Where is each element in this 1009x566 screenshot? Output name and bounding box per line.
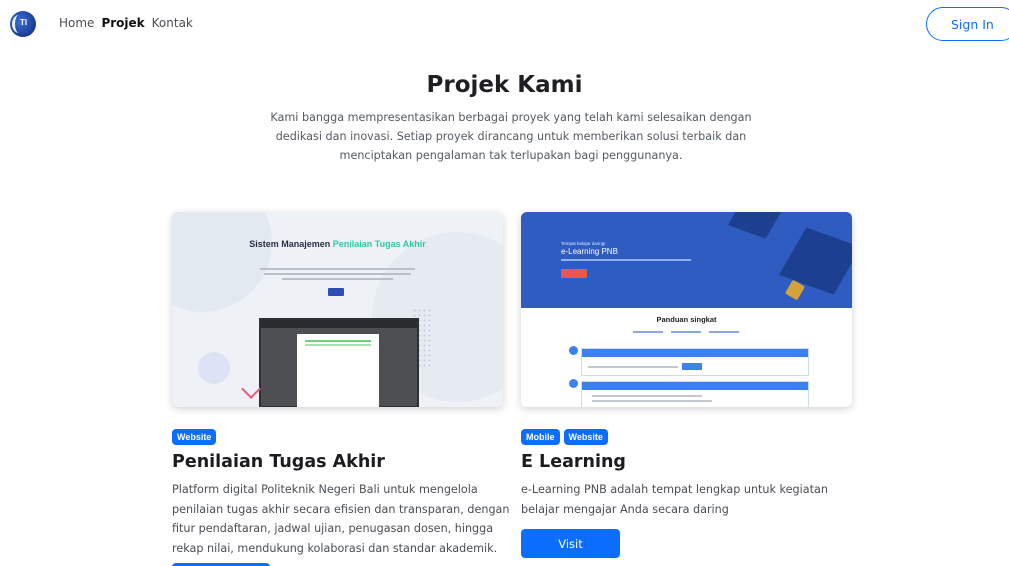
doc-line <box>305 344 371 346</box>
step-dot <box>569 346 578 355</box>
page-description: Kami bangga mempresentasikan berbagai pr… <box>270 111 752 162</box>
doc-line <box>305 340 371 342</box>
project-badges: Website <box>172 429 217 445</box>
project-thumbnail-penilaian[interactable]: Sistem Manajemen Penilaian Tugas Akhir <box>172 212 503 407</box>
nav-link-projek[interactable]: Projek <box>101 16 144 30</box>
thumbnail-button <box>328 288 344 296</box>
step-text-line <box>592 395 702 397</box>
banner-button <box>561 269 587 278</box>
thumbnail-heading-text: Sistem Manajemen <box>249 239 331 249</box>
nav-link-kontak[interactable]: Kontak <box>152 16 193 30</box>
banner-large-label: e-Learning PNB <box>561 247 618 256</box>
project-thumbnail-elearning[interactable]: Tempat belajar daring! e-Learning PNB Pa… <box>521 212 852 407</box>
step-text-line <box>592 400 712 402</box>
step-text-line <box>588 366 678 368</box>
graduation-cap-icon <box>728 212 784 239</box>
visit-button[interactable]: Visit <box>521 529 620 558</box>
badge-website: Website <box>563 429 608 445</box>
logo-icon[interactable]: TI <box>10 11 36 37</box>
banner-small-label: Tempat belajar daring! <box>561 241 606 246</box>
badge-mobile: Mobile <box>521 429 560 445</box>
decor-zigzag <box>241 379 261 399</box>
project-description: e-Learning PNB adalah tempat lengkap unt… <box>521 483 828 516</box>
text-line <box>260 268 415 270</box>
text-line <box>282 278 393 280</box>
sign-in-button[interactable]: Sign In <box>926 7 1009 41</box>
thumbnail-banner: Tempat belajar daring! e-Learning PNB <box>521 212 852 308</box>
page-title: Projek Kami <box>426 72 583 98</box>
project-badges: Mobile Website <box>521 429 608 445</box>
step-card <box>581 348 809 376</box>
screen-toolbar <box>261 320 417 328</box>
thumbnail-tabs <box>633 331 743 333</box>
project-description: Platform digital Politeknik Negeri Bali … <box>172 483 510 555</box>
navbar: TI Home Projek Kontak Sign In <box>0 0 1009 50</box>
thumbnail-section-title: Panduan singkat <box>656 315 717 324</box>
logo-text: TI <box>20 18 28 27</box>
nav-links: Home Projek Kontak <box>59 16 193 30</box>
step-dot <box>569 379 578 388</box>
step-card-header <box>582 349 808 357</box>
text-line <box>264 273 411 275</box>
document-preview <box>297 334 379 407</box>
step-card-header <box>582 382 808 390</box>
banner-subtext <box>561 259 691 261</box>
laptop-screen <box>259 318 419 407</box>
decor-circle <box>198 352 230 384</box>
thumbnail-heading-highlight: Penilaian Tugas Akhir <box>332 239 426 249</box>
project-title: Penilaian Tugas Akhir <box>172 452 385 472</box>
project-title: E Learning <box>521 452 626 472</box>
nav-link-home[interactable]: Home <box>59 16 94 30</box>
badge-website: Website <box>172 429 217 445</box>
thumbnail-heading: Sistem Manajemen Penilaian Tugas Akhir <box>172 238 503 250</box>
decor-circle <box>172 212 272 312</box>
step-card <box>581 381 809 407</box>
step-button <box>682 363 702 370</box>
